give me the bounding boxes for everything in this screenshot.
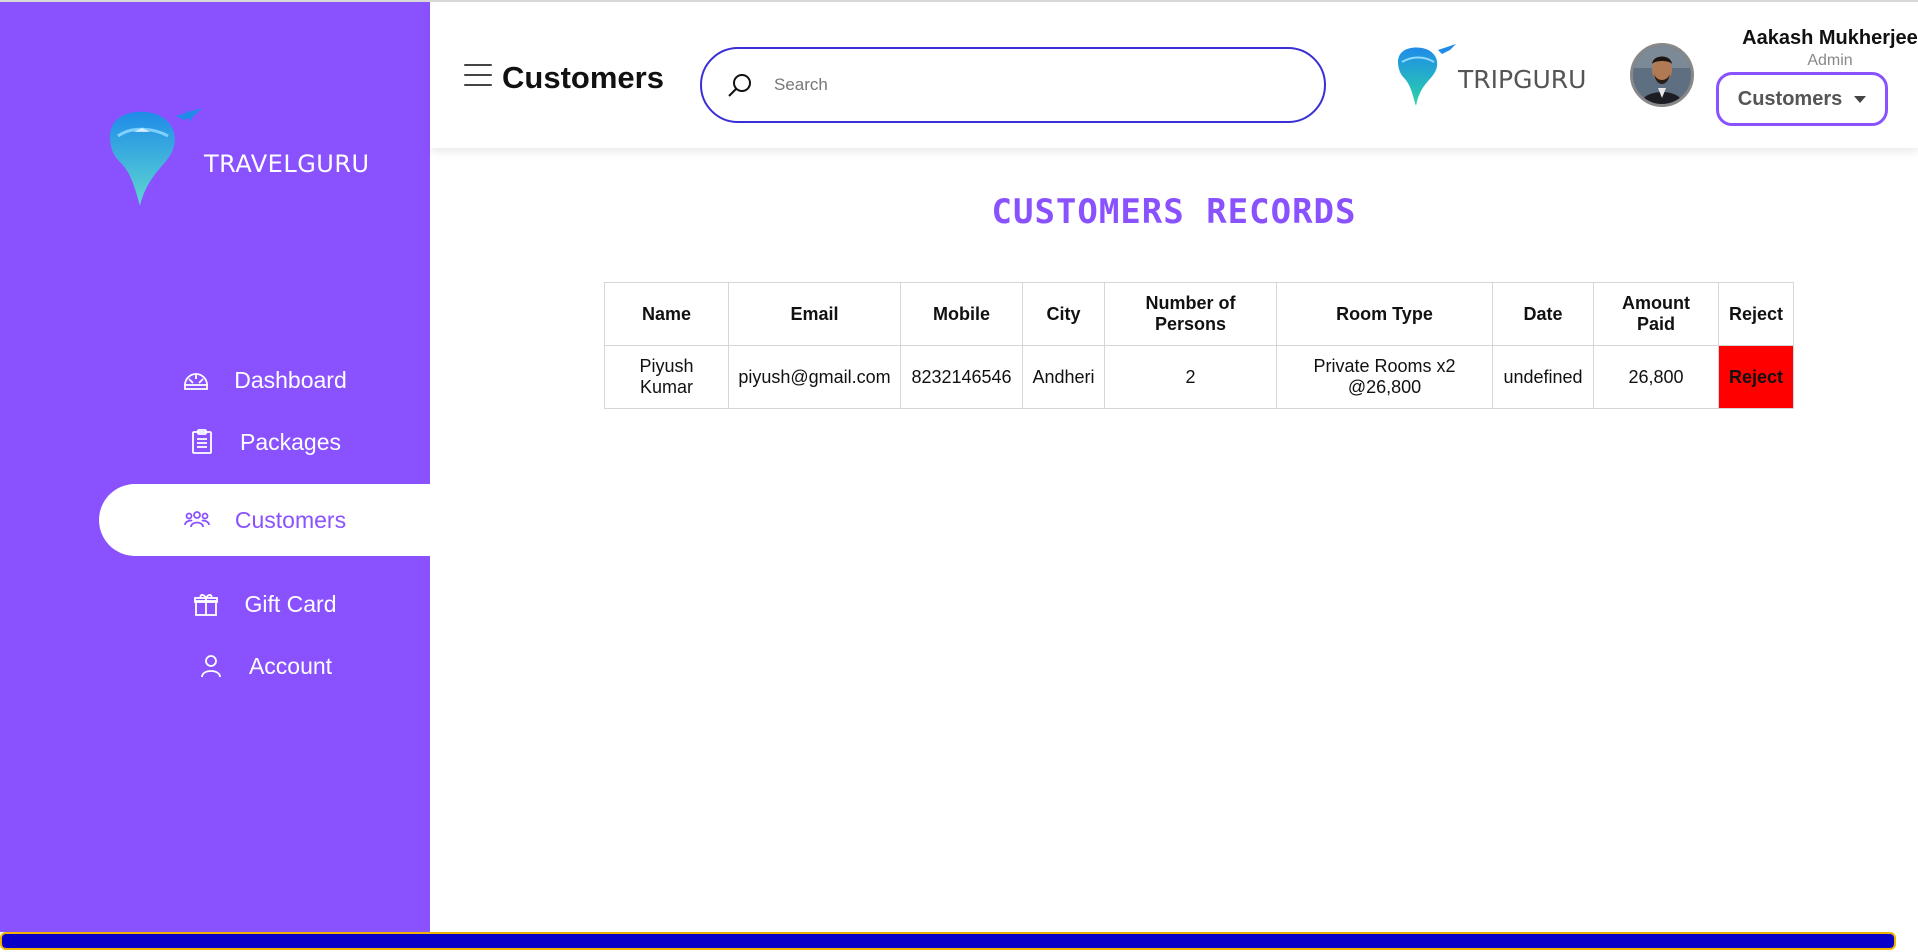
- role-dropdown-label: Customers: [1737, 87, 1843, 110]
- table-header-row: Name Email Mobile City Number of Persons…: [604, 282, 1794, 346]
- search-icon: [728, 74, 751, 97]
- scrollbar-thumb[interactable]: [0, 932, 1896, 950]
- travelguru-logo-icon: [110, 108, 202, 206]
- cell-city: Andheri: [1022, 345, 1105, 409]
- caret-down-icon: [1854, 95, 1867, 103]
- reject-button[interactable]: Reject: [1729, 367, 1783, 387]
- user-icon: [197, 652, 225, 680]
- users-icon: [183, 506, 211, 534]
- column-header: City: [1022, 282, 1105, 346]
- user-name: Aakash Mukherjee: [1742, 27, 1918, 49]
- column-header: Email: [728, 282, 901, 346]
- column-header: Room Type: [1276, 282, 1493, 346]
- search-bar[interactable]: [700, 47, 1326, 123]
- clipboard-icon: [188, 428, 216, 456]
- cell-persons: 2: [1104, 345, 1277, 409]
- cell-amount: 26,800: [1593, 345, 1719, 409]
- sidebar-item-label: Account: [248, 652, 333, 679]
- cell-email: piyush@gmail.com: [728, 345, 901, 409]
- sidebar-item-label: Dashboard: [234, 366, 347, 393]
- sidebar-item-customers[interactable]: Customers: [99, 484, 430, 556]
- sidebar-item-label: Gift Card: [244, 590, 337, 617]
- brand[interactable]: TRAVELGURU: [104, 106, 369, 216]
- column-header: Amount Paid: [1593, 282, 1719, 346]
- sidebar-item-label: Packages: [239, 428, 341, 455]
- sidebar-item-account[interactable]: Account: [99, 630, 430, 702]
- partner-brand-name: TRIPGURU: [1458, 65, 1587, 94]
- top-header: Customers TRIPGURU: [430, 2, 1918, 148]
- search-input[interactable]: [774, 75, 1254, 95]
- role-dropdown[interactable]: Customers: [1716, 72, 1888, 126]
- column-header: Mobile: [900, 282, 1023, 346]
- column-header: Name: [604, 282, 729, 346]
- avatar[interactable]: [1630, 43, 1694, 107]
- cell-name: Piyush Kumar: [604, 345, 729, 409]
- column-header: Number of Persons: [1104, 282, 1277, 346]
- page-title: Customers: [502, 60, 664, 95]
- user-role: Admin: [1807, 52, 1853, 69]
- sidebar-item-label: Customers: [234, 506, 347, 533]
- reject-cell[interactable]: Reject: [1718, 345, 1794, 409]
- gift-icon: [192, 590, 220, 618]
- menu-icon[interactable]: [464, 64, 492, 88]
- cell-mobile: 8232146546: [900, 345, 1023, 409]
- tripguru-logo-icon: [1398, 44, 1456, 106]
- sidebar: TRAVELGURU Dashboard Packages Customers: [0, 2, 430, 932]
- column-header: Reject: [1718, 282, 1794, 346]
- customers-table: Name Email Mobile City Number of Persons…: [604, 282, 1794, 409]
- horizontal-scrollbar[interactable]: [0, 932, 1918, 952]
- cell-room-type: Private Rooms x2 @26,800: [1276, 345, 1493, 409]
- sidebar-item-packages[interactable]: Packages: [99, 406, 430, 478]
- column-header: Date: [1492, 282, 1594, 346]
- brand-name: TRAVELGURU: [204, 150, 370, 178]
- dashboard-icon: [182, 366, 210, 394]
- cell-date: undefined: [1492, 345, 1594, 409]
- table-row: Piyush Kumar piyush@gmail.com 8232146546…: [604, 345, 1794, 409]
- records-heading: CUSTOMERS RECORDS: [991, 192, 1357, 232]
- user-avatar-icon: [1633, 46, 1691, 104]
